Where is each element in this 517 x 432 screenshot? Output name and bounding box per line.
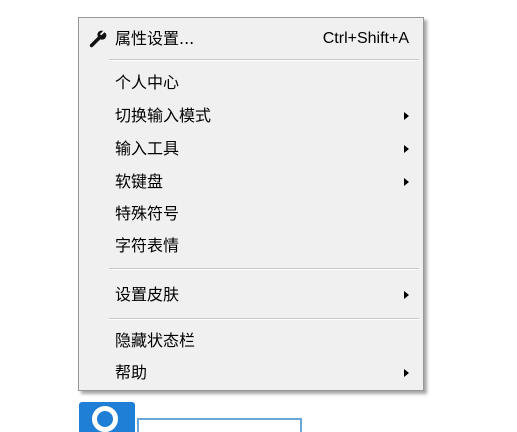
menu-item-properties[interactable]: 属性设置... Ctrl+Shift+A [81,24,421,54]
menu-item-hide-status-bar[interactable]: 隐藏状态栏 [81,326,421,356]
context-menu: 属性设置... Ctrl+Shift+A 个人中心 切换输入模式 输入工具 软键… [78,17,424,391]
menu-item-soft-keyboard[interactable]: 软键盘 [81,167,421,197]
menu-item-input-tools[interactable]: 输入工具 [81,134,421,164]
menu-separator [109,59,419,61]
menu-item-switch-input-mode[interactable]: 切换输入模式 [81,101,421,131]
submenu-arrow-icon [404,369,409,377]
menu-item-label: 特殊符号 [115,204,180,223]
menu-item-label: 设置皮肤 [115,285,180,304]
status-bar-fragment [137,418,302,432]
wrench-icon [89,30,107,48]
menu-item-label: 隐藏状态栏 [115,331,196,350]
menu-item-label: 切换输入模式 [115,106,212,125]
menu-item-special-symbols[interactable]: 特殊符号 [81,199,421,229]
menu-item-label: 帮助 [115,363,148,382]
menu-separator [109,268,419,270]
search-ring-icon [92,406,118,432]
search-app-icon[interactable] [79,402,135,432]
menu-item-set-skin[interactable]: 设置皮肤 [81,280,421,310]
menu-item-personal-center[interactable]: 个人中心 [81,68,421,98]
menu-item-label: 输入工具 [115,139,180,158]
submenu-arrow-icon [404,178,409,186]
menu-item-help[interactable]: 帮助 [81,358,421,388]
menu-item-label: 字符表情 [115,236,180,255]
submenu-arrow-icon [404,145,409,153]
menu-item-label: 属性设置... [115,29,195,48]
submenu-arrow-icon [404,291,409,299]
menu-item-character-emoticons[interactable]: 字符表情 [81,231,421,261]
submenu-arrow-icon [404,112,409,120]
menu-item-shortcut: Ctrl+Shift+A [322,30,409,47]
menu-item-label: 个人中心 [115,73,180,92]
menu-separator [109,318,419,320]
menu-item-label: 软键盘 [115,172,164,191]
screen: 属性设置... Ctrl+Shift+A 个人中心 切换输入模式 输入工具 软键… [0,0,517,432]
